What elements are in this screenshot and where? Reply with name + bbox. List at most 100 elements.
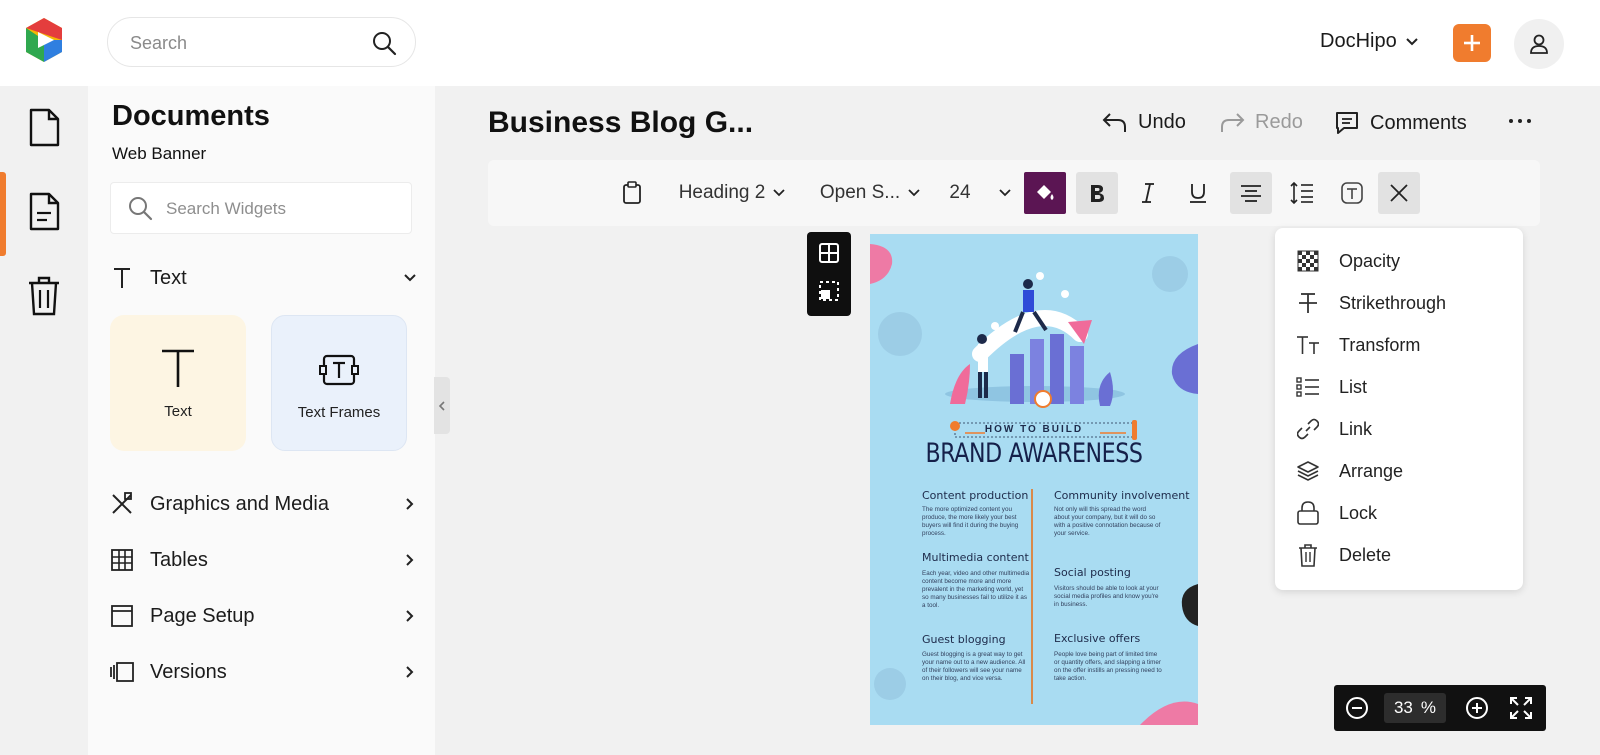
undo-button[interactable]: Undo (1102, 110, 1186, 134)
heading-style-value: Heading 2 (678, 182, 766, 203)
chevron-right-icon (400, 553, 420, 567)
chevron-down-icon (400, 273, 420, 283)
search-input[interactable]: Search (130, 33, 187, 54)
chevron-down-icon (1405, 37, 1419, 47)
italic-button[interactable] (1128, 172, 1168, 214)
workspace-name: DocHipo (1320, 30, 1397, 52)
search-icon (127, 195, 153, 221)
text-color-button[interactable] (1024, 172, 1066, 214)
font-size-select[interactable]: 24 (946, 172, 1014, 214)
zoom-controls: 33 % (1334, 685, 1546, 731)
section-heading[interactable]: Exclusive offers (1054, 632, 1140, 645)
font-family-select[interactable]: Open S... (816, 172, 924, 214)
menu-item-label: Transform (1339, 334, 1421, 355)
zoom-level[interactable]: 33 % (1384, 693, 1446, 723)
list-icon (1295, 377, 1321, 397)
section-versions-label: Versions (150, 660, 227, 683)
text-frame-icon (319, 350, 359, 390)
select-area-icon[interactable] (818, 280, 840, 302)
comments-button[interactable]: Comments (1334, 110, 1467, 136)
menu-item-lock[interactable]: Lock (1295, 496, 1515, 530)
page-setup-icon (108, 604, 136, 628)
menu-item-label: Link (1339, 418, 1373, 439)
search-icon[interactable] (371, 30, 397, 56)
panel-subtitle: Web Banner (112, 144, 207, 163)
menu-item-list[interactable]: List (1295, 370, 1515, 404)
workspace-selector[interactable]: DocHipo (1320, 30, 1419, 53)
section-body[interactable]: Guest blogging is a great way to get you… (922, 651, 1030, 683)
menu-item-opacity[interactable]: Opacity (1295, 244, 1515, 278)
element-quick-tools (807, 232, 851, 316)
chevron-down-icon (998, 189, 1011, 197)
line-spacing-button[interactable] (1282, 172, 1322, 214)
widgets-panel: Documents Web Banner Search Widgets Text… (88, 86, 435, 755)
widget-search-input[interactable]: Search Widgets (166, 199, 286, 219)
more-options-button[interactable] (1508, 116, 1532, 126)
section-tables-label: Tables (150, 548, 208, 571)
document-headline[interactable]: BRAND AWARENESS (900, 438, 1169, 469)
table-icon (108, 548, 136, 572)
bold-button[interactable] (1076, 172, 1118, 214)
section-body[interactable]: Each year, video and other multimedia co… (922, 570, 1030, 610)
section-versions[interactable]: Versions (108, 652, 420, 692)
grid-icon[interactable] (818, 242, 840, 264)
section-body[interactable]: People love being part of limited time o… (1054, 651, 1162, 683)
document-kicker[interactable]: HOW TO BUILD (870, 424, 1198, 435)
undo-icon (1102, 113, 1126, 132)
section-heading[interactable]: Guest blogging (922, 633, 1006, 646)
close-toolbar-button[interactable] (1378, 172, 1420, 214)
redo-button[interactable]: Redo (1219, 110, 1303, 134)
align-center-button[interactable] (1230, 172, 1272, 214)
section-tables[interactable]: Tables (108, 540, 420, 580)
fullscreen-icon[interactable] (1508, 695, 1534, 721)
line-spacing-icon (1290, 181, 1313, 205)
font-size-value: 24 (949, 182, 971, 203)
section-body[interactable]: Not only will this spread the word about… (1054, 506, 1162, 538)
section-heading[interactable]: Multimedia content (922, 551, 1029, 564)
text-box-button[interactable] (1332, 172, 1372, 214)
section-text[interactable]: Text (108, 258, 420, 298)
menu-item-strikethrough[interactable]: Strikethrough (1295, 286, 1515, 320)
plus-icon (1464, 35, 1480, 51)
global-search[interactable]: Search (107, 17, 416, 67)
widget-card-text[interactable]: Text (110, 315, 246, 451)
menu-item-arrange[interactable]: Arrange (1295, 454, 1515, 488)
section-graphics-media[interactable]: Graphics and Media (108, 484, 420, 524)
section-heading[interactable]: Content production (922, 489, 1028, 502)
section-heading[interactable]: Community involvement (1054, 489, 1190, 502)
menu-item-link[interactable]: Link (1295, 412, 1515, 446)
app-logo-icon[interactable] (22, 16, 66, 64)
zoom-in-icon[interactable] (1464, 695, 1490, 721)
paste-style-button[interactable] (616, 172, 648, 214)
versions-icon (108, 661, 136, 683)
document-title[interactable]: Business Blog G... (488, 106, 753, 140)
panel-title: Documents (112, 100, 270, 132)
widget-card-text-frames[interactable]: Text Frames (271, 315, 407, 451)
user-avatar[interactable] (1514, 19, 1564, 69)
document-canvas[interactable]: HOW TO BUILD BRAND AWARENESS Content pro… (870, 234, 1198, 725)
section-heading[interactable]: Social posting (1054, 566, 1131, 579)
heading-style-select[interactable]: Heading 2 (672, 172, 792, 214)
top-bar: Search DocHipo (0, 0, 1600, 86)
text-toolbar: Heading 2 Open S... 24 (488, 160, 1540, 226)
create-button[interactable] (1453, 24, 1491, 62)
menu-item-transform[interactable]: Transform (1295, 328, 1515, 362)
menu-item-label: Strikethrough (1339, 292, 1447, 313)
chevron-left-icon (438, 400, 445, 411)
widget-search[interactable]: Search Widgets (110, 182, 412, 234)
chevron-right-icon (400, 665, 420, 679)
text-icon (160, 349, 196, 389)
rail-documents-list-icon[interactable] (24, 190, 64, 234)
section-page-setup[interactable]: Page Setup (108, 596, 420, 636)
zoom-out-icon[interactable] (1344, 695, 1370, 721)
section-body[interactable]: The more optimized content you produce, … (922, 506, 1030, 538)
rail-trash-icon[interactable] (24, 274, 64, 318)
zoom-unit: % (1420, 698, 1437, 717)
underline-button[interactable] (1178, 172, 1218, 214)
bold-icon (1091, 185, 1104, 202)
collapse-panel-button[interactable] (434, 377, 450, 434)
section-body[interactable]: Visitors should be able to look at your … (1054, 585, 1162, 609)
trash-icon (1295, 543, 1321, 567)
rail-document-icon[interactable] (24, 106, 64, 150)
menu-item-delete[interactable]: Delete (1295, 538, 1515, 572)
